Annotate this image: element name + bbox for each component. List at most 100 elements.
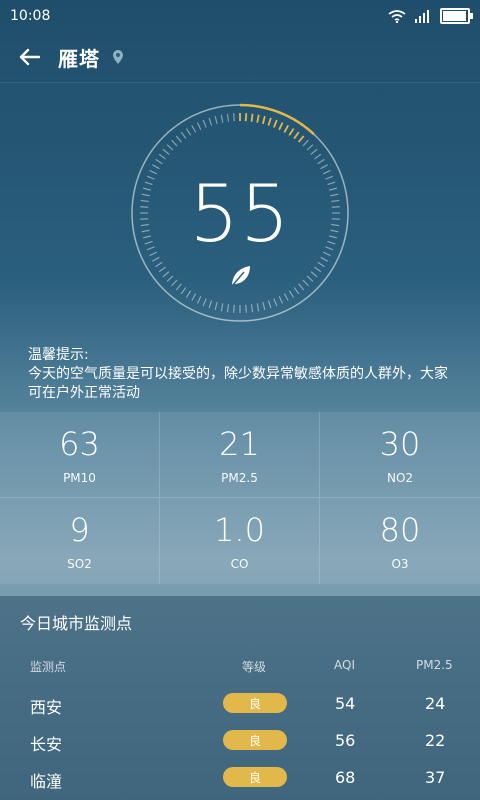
gauge-tick [162,271,170,278]
gauge-tick [196,122,202,131]
status-time: 10:08 [10,8,51,24]
metric-label: PM10 [63,470,96,485]
gauge-tick-active [273,119,278,128]
gauge-tick [317,261,325,268]
gauge-tick [152,164,160,170]
metric-no2: 30 NO2 [320,412,480,498]
gauge-tick [273,298,278,307]
gauge-tick-active [288,128,295,136]
gauge-tick [171,139,178,147]
table-row[interactable]: 长安 良 56 22 [0,723,480,759]
metric-label: O3 [391,557,409,571]
col-header-pm25: PM2.5 [416,658,453,672]
gauge-tick [175,283,182,291]
gauge-tick [162,148,170,155]
gauge-tick [310,271,318,278]
metric-value: 30 [379,424,421,463]
tip-body: 今天的空气质量是可以接受的，除少数异常敏感体质的人群外，大家可在户外正常活动 [28,366,448,401]
gauge-tick [158,266,166,273]
gauge-tick-active [293,131,300,140]
aqi-value: 55 [189,170,291,260]
gauge-tick [166,275,174,282]
location-button[interactable] [112,49,124,65]
station-aqi: 68 [335,768,356,787]
location-pin-icon [113,50,123,64]
gauge-tick [302,139,309,147]
grade-badge: 良 [223,767,287,787]
gauge-tick-active [256,114,260,123]
metric-value: 21 [219,424,260,463]
metric-label: NO2 [386,470,414,485]
gauge-tick [314,153,322,160]
gauge-tick [250,304,254,313]
gauge-tick [226,304,230,313]
gauge-tick [158,153,166,160]
station-pm25: 22 [425,731,446,750]
gauge-tick-active [262,115,266,125]
monitoring-stations-panel: 今日城市监测点 监测点 等级 AQI PM2.5 西安 良 54 24 长安 良… [0,596,480,800]
gauge-tick [155,158,163,165]
station-aqi: 54 [335,694,356,713]
station-aqi: 56 [335,731,356,750]
gauge-tick [262,301,266,311]
gauge-tick [267,300,272,309]
station-name: 临潼 [30,772,63,791]
status-icons [388,8,473,24]
gauge-tick [288,290,295,298]
metric-co: 1.0 CO [160,498,320,584]
metric-value: 80 [379,511,421,549]
gauge-tick [298,283,305,291]
metric-label: SO2 [67,557,92,571]
gauge-tick [214,115,218,125]
gauge-tick [180,287,187,295]
back-arrow-icon [19,48,40,66]
gauge-tick [166,144,174,151]
gauge-tick [314,266,322,273]
grade-badge: 良 [223,693,287,713]
gauge-tick [317,158,325,165]
metric-value: 1.0 [214,511,265,549]
station-name: 长安 [30,735,63,754]
gauge-tick [256,303,260,312]
metric-value: 63 [59,424,100,463]
station-pm25: 24 [425,694,446,713]
gauge-tick [196,295,202,304]
gauge-tick [208,300,213,309]
gauge-tick [191,125,197,133]
gauge-tick-active [267,117,272,126]
metric-so2: 9 SO2 [0,498,160,584]
station-name: 西安 [30,698,63,717]
gauge-tick [175,135,182,143]
gauge-tick [233,113,235,122]
gauge-tick [226,113,230,122]
gauge-tick [202,119,207,128]
gauge-tick [220,303,224,312]
gauge-tick [293,287,300,295]
gauge-tick [278,295,284,304]
col-header-aqi: AQI [334,658,355,672]
tip-title: 温馨提示: [28,347,89,363]
gauge-tick-active [244,113,248,122]
station-pm25: 37 [425,768,446,787]
gauge-tick [214,301,218,311]
metric-pm25: 21 PM2.5 [160,412,320,498]
table-row[interactable]: 西安 良 54 24 [0,686,480,722]
gauge-tick [233,304,235,313]
stations-title: 今日城市监测点 [20,614,133,633]
gauge-tick [171,279,178,287]
city-title: 雁塔 [58,46,100,71]
grade-badge: 良 [223,730,287,750]
gauge-tick [155,261,163,268]
signal-icon [415,10,429,23]
gauge-tick [191,293,197,301]
metric-label: PM2.5 [221,470,258,485]
gauge-tick-active [297,135,305,143]
back-button[interactable] [0,32,58,82]
pollutant-grid: 63 PM10 21 PM2.5 30 NO2 9 SO2 1.0 CO 80 … [0,412,480,584]
metric-label: CO [230,557,249,571]
gauge-tick [283,293,289,301]
table-row[interactable]: 临潼 良 68 37 [0,760,480,796]
gauge-tick [320,164,328,170]
gauge-tick [310,148,318,155]
status-bar: 10:08 [0,0,480,32]
